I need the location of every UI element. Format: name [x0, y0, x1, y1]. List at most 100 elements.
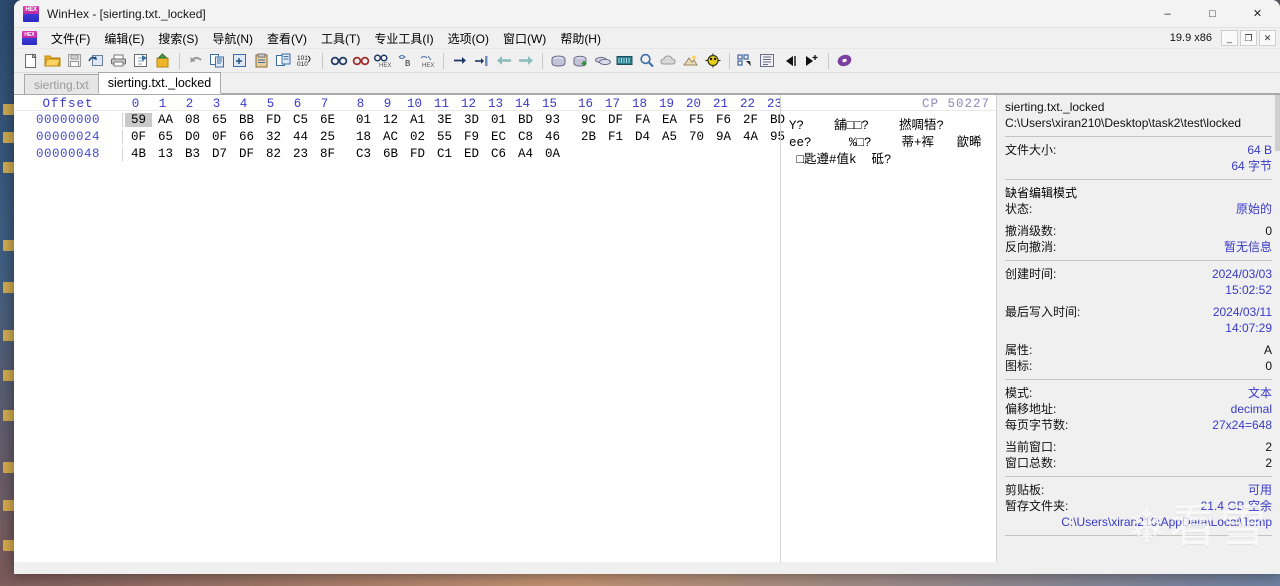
raid-icon[interactable] — [592, 51, 613, 71]
save-icon[interactable] — [64, 51, 85, 71]
goto-offset-icon[interactable]: B — [394, 51, 415, 71]
tab-sierting-txt[interactable]: sierting.txt — [24, 74, 99, 94]
hex-byte[interactable]: 70 — [683, 130, 710, 144]
select-block-icon[interactable] — [735, 51, 756, 71]
hex-byte[interactable]: 8F — [314, 147, 341, 161]
hex-byte[interactable]: 59 — [125, 112, 152, 127]
hex-byte[interactable]: DF — [233, 147, 260, 161]
hex-byte[interactable]: 23 — [287, 147, 314, 161]
hex-byte[interactable]: AC — [377, 130, 404, 144]
row-bytes[interactable]: 4B 13 B3 D7 DF 82 23 8F C3 6B FD C1 ED C… — [122, 146, 566, 161]
clipboard-icon[interactable] — [251, 51, 272, 71]
mdi-close-button[interactable]: ✕ — [1259, 30, 1276, 46]
find-hex-icon[interactable] — [350, 51, 371, 71]
hex-byte[interactable]: C8 — [512, 130, 539, 144]
hex-editor-pane[interactable]: Offset 0 1 2 3 4 5 6 7 8 9 10 11 12 13 1… — [14, 95, 997, 562]
help-icon[interactable] — [834, 51, 855, 71]
search-icon[interactable] — [636, 51, 657, 71]
hex-byte[interactable]: 0A — [539, 147, 566, 161]
hex-row[interactable]: 00000000 59 AA 08 65 BB FD C5 6E 01 12 A… — [14, 111, 996, 133]
menu-item-file[interactable]: 文件(F) — [44, 28, 97, 49]
row-ascii[interactable]: □匙遵#值k 砥? — [789, 148, 892, 167]
hex-byte[interactable]: 02 — [404, 130, 431, 144]
mdi-restore-button[interactable]: ❐ — [1240, 30, 1257, 46]
hex-byte[interactable]: FA — [629, 113, 656, 127]
hex-byte[interactable]: 9C — [575, 113, 602, 127]
next-arrow-icon[interactable] — [449, 51, 470, 71]
undo-icon[interactable] — [185, 51, 206, 71]
cloud-icon[interactable] — [658, 51, 679, 71]
hex-byte[interactable]: A4 — [512, 147, 539, 161]
hex-byte[interactable]: 01 — [350, 113, 377, 127]
hex-byte[interactable]: 95 — [764, 130, 791, 144]
find-icon[interactable] — [328, 51, 349, 71]
hex-byte[interactable]: 6B — [377, 147, 404, 161]
minimize-button[interactable]: – — [1145, 0, 1190, 28]
hex-byte[interactable]: 93 — [539, 113, 566, 127]
menu-item-tools[interactable]: 工具(T) — [314, 28, 367, 49]
row-bytes[interactable]: 59 AA 08 65 BB FD C5 6E 01 12 A1 3E 3D 0… — [122, 112, 791, 127]
hex-byte[interactable]: 0F — [125, 130, 152, 144]
hex-byte[interactable]: 18 — [350, 130, 377, 144]
hex-byte[interactable]: 9A — [710, 130, 737, 144]
hex-byte[interactable]: FD — [260, 113, 287, 127]
hex-byte[interactable]: ED — [458, 147, 485, 161]
ram-icon[interactable] — [614, 51, 635, 71]
hex-row[interactable]: 00000024 0F 65 D0 0F 66 32 44 25 18 AC 0… — [14, 128, 996, 150]
data-interpreter-icon[interactable] — [757, 51, 778, 71]
hex-byte[interactable]: 25 — [314, 130, 341, 144]
hex-byte[interactable]: A1 — [404, 113, 431, 127]
menu-item-edit[interactable]: 编辑(E) — [97, 28, 151, 49]
info-panel-scrollbar[interactable] — [1275, 95, 1280, 151]
hex-byte[interactable]: DF — [602, 113, 629, 127]
hex-byte[interactable]: 2F — [737, 113, 764, 127]
close-button[interactable]: ✕ — [1235, 0, 1280, 28]
paste-into-icon[interactable] — [229, 51, 250, 71]
hex-byte[interactable]: C5 — [287, 113, 314, 127]
hex-byte[interactable]: 4B — [125, 147, 152, 161]
hex-byte[interactable]: D7 — [206, 147, 233, 161]
hex-byte[interactable]: 46 — [539, 130, 566, 144]
hex-byte[interactable]: 65 — [152, 130, 179, 144]
forward-arrow-icon[interactable] — [515, 51, 536, 71]
recover-icon[interactable] — [680, 51, 701, 71]
menu-item-window[interactable]: 窗口(W) — [496, 28, 553, 49]
menu-item-navigate[interactable]: 导航(N) — [205, 28, 260, 49]
virus-icon[interactable] — [702, 51, 723, 71]
play-forward-icon[interactable] — [801, 51, 822, 71]
menu-item-help[interactable]: 帮助(H) — [553, 28, 608, 49]
hex-byte[interactable]: EA — [656, 113, 683, 127]
hex-byte[interactable]: 0F — [206, 130, 233, 144]
menu-item-specialist-tools[interactable]: 专业工具(I) — [367, 28, 440, 49]
hex-byte[interactable]: C3 — [350, 147, 377, 161]
disk-icon[interactable] — [548, 51, 569, 71]
hex-byte[interactable]: 3D — [458, 113, 485, 127]
hex-byte[interactable]: 82 — [260, 147, 287, 161]
hex-byte[interactable]: 32 — [260, 130, 287, 144]
menu-item-options[interactable]: 选项(O) — [441, 28, 496, 49]
tab-sierting-txt-locked[interactable]: sierting.txt._locked — [97, 72, 222, 94]
copy-icon[interactable] — [207, 51, 228, 71]
copy-block-icon[interactable] — [273, 51, 294, 71]
hex-byte[interactable]: F9 — [458, 130, 485, 144]
goto-hex-icon[interactable]: HEX — [416, 51, 437, 71]
replace-hex-icon[interactable]: HEX — [372, 51, 393, 71]
hex-byte[interactable]: BD — [764, 113, 791, 127]
hex-byte[interactable]: 2B — [575, 130, 602, 144]
hex-byte[interactable]: F6 — [710, 113, 737, 127]
row-bytes[interactable]: 0F 65 D0 0F 66 32 44 25 18 AC 02 55 F9 E… — [122, 129, 791, 144]
maximize-button[interactable]: □ — [1190, 0, 1235, 28]
hex-byte[interactable]: F1 — [602, 130, 629, 144]
hex-byte[interactable]: A5 — [656, 130, 683, 144]
hex-byte[interactable]: 44 — [287, 130, 314, 144]
hex-byte[interactable]: 12 — [377, 113, 404, 127]
hex-byte[interactable]: FD — [404, 147, 431, 161]
hex-byte[interactable]: C6 — [485, 147, 512, 161]
mdi-minimize-button[interactable]: _ — [1221, 30, 1238, 46]
hex-byte[interactable]: BB — [233, 113, 260, 127]
hex-byte[interactable]: BD — [512, 113, 539, 127]
export-icon[interactable] — [152, 51, 173, 71]
binary-101-icon[interactable]: 101 010 — [295, 51, 316, 71]
hex-byte[interactable]: 55 — [431, 130, 458, 144]
hex-row[interactable]: 00000048 4B 13 B3 D7 DF 82 23 8F C3 6B F… — [14, 145, 996, 167]
